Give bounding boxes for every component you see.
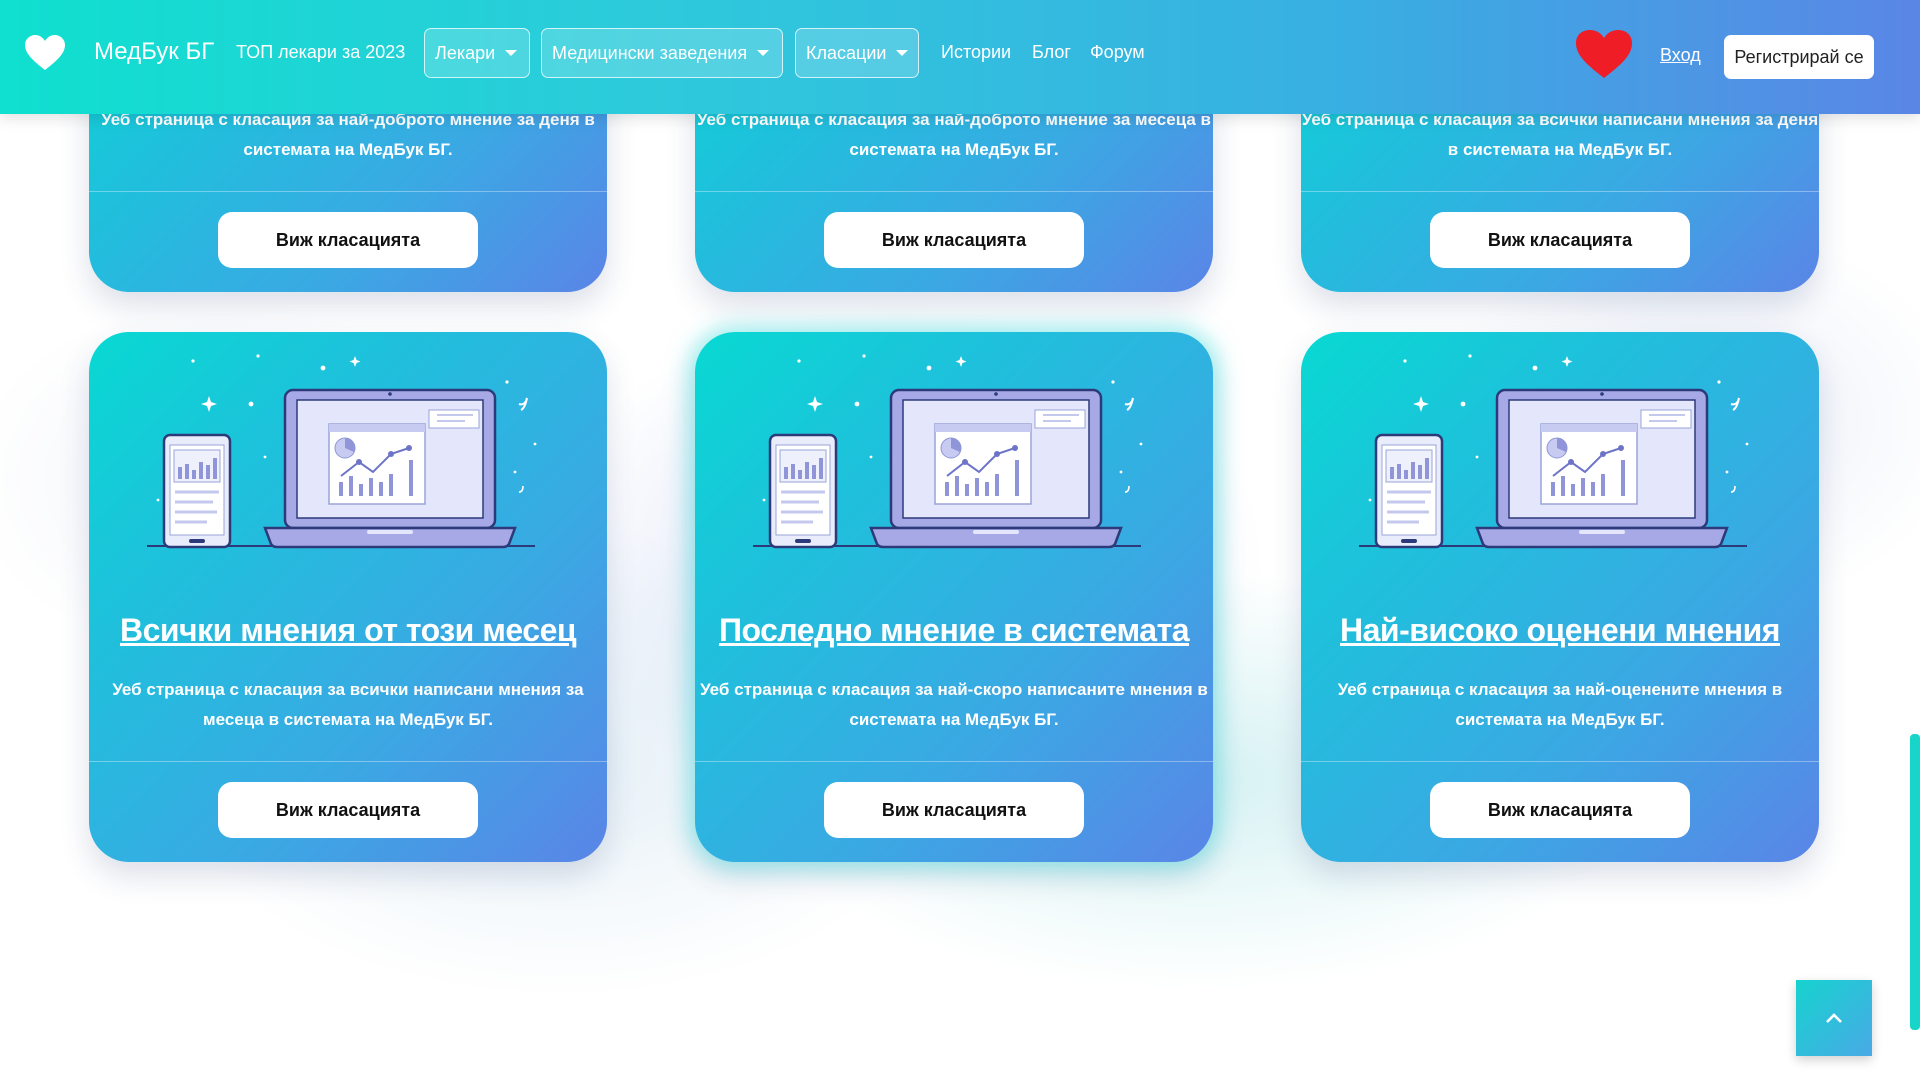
nav-rankings-dropdown[interactable]: Класации [795,28,919,78]
card-description: Уеб страница с класация за най-доброто м… [101,110,595,159]
card-title-link[interactable]: Последно мнение в системата [695,612,1213,649]
view-ranking-button[interactable]: Виж класацията [824,782,1084,838]
caret-down-icon [505,50,518,56]
nav-doctors-label: Лекари [435,42,496,63]
card-divider [89,191,607,192]
card-description: Уеб страница с класация за най-доброто м… [696,110,1211,159]
chevron-up-icon [1826,1013,1842,1023]
card-description: Уеб страница с класация за всички написа… [112,680,584,729]
card-description: Уеб страница с класация за всички написа… [1301,110,1819,159]
page-scrollbar[interactable] [1910,114,1920,1080]
nav-blog[interactable]: Блог [1032,42,1071,63]
view-ranking-button[interactable]: Виж класацията [218,212,478,268]
nav-stories[interactable]: Истории [941,42,1011,63]
favorites-heart-icon[interactable] [1574,28,1634,80]
laptop-phone-analytics-icon [753,352,1144,549]
nav-top-doctors[interactable]: ТОП лекари за 2023 [236,42,405,63]
nav-facilities-label: Медицински заведения [552,42,748,63]
card-description: Уеб страница с класация за най-оценените… [1337,680,1783,729]
card-title-link[interactable]: Всички мнения от този месец [89,612,607,649]
card-divider [695,761,1213,762]
register-button[interactable]: Регистрирай се [1724,35,1874,79]
view-ranking-button[interactable]: Виж класацията [218,782,478,838]
ranking-card-latest: Последно мнение в системата Уеб страница… [695,332,1213,862]
caret-down-icon [757,50,770,56]
login-link[interactable]: Вход [1660,45,1701,66]
card-title-link[interactable]: Най-високо оценени мнения [1301,612,1819,649]
ranking-card-month-all: Всички мнения от този месец Уеб страница… [89,332,607,862]
caret-down-icon [896,50,909,56]
view-ranking-button[interactable]: Виж класацията [1430,782,1690,838]
ranking-card-top-rated: Най-високо оценени мнения Уеб страница с… [1301,332,1819,862]
nav-facilities-dropdown[interactable]: Медицински заведения [541,28,783,78]
laptop-phone-analytics-icon [147,352,538,549]
view-ranking-button[interactable]: Виж класацията [824,212,1084,268]
brand-link[interactable]: МедБук БГ [94,38,214,66]
nav-forum[interactable]: Форум [1090,42,1145,63]
card-description: Уеб страница с класация за най-скоро нап… [700,680,1208,729]
card-divider [695,191,1213,192]
view-ranking-button[interactable]: Виж класацията [1430,212,1690,268]
scrollbar-thumb[interactable] [1910,734,1920,1030]
laptop-phone-analytics-icon [1359,352,1750,549]
nav-doctors-dropdown[interactable]: Лекари [424,28,530,78]
heart-logo-icon[interactable] [24,34,66,72]
nav-rankings-label: Класации [806,42,887,63]
back-to-top-button[interactable] [1796,980,1872,1056]
card-divider [1301,761,1819,762]
top-navbar: МедБук БГ ТОП лекари за 2023 Лекари Меди… [0,0,1920,114]
card-divider [89,761,607,762]
card-divider [1301,191,1819,192]
